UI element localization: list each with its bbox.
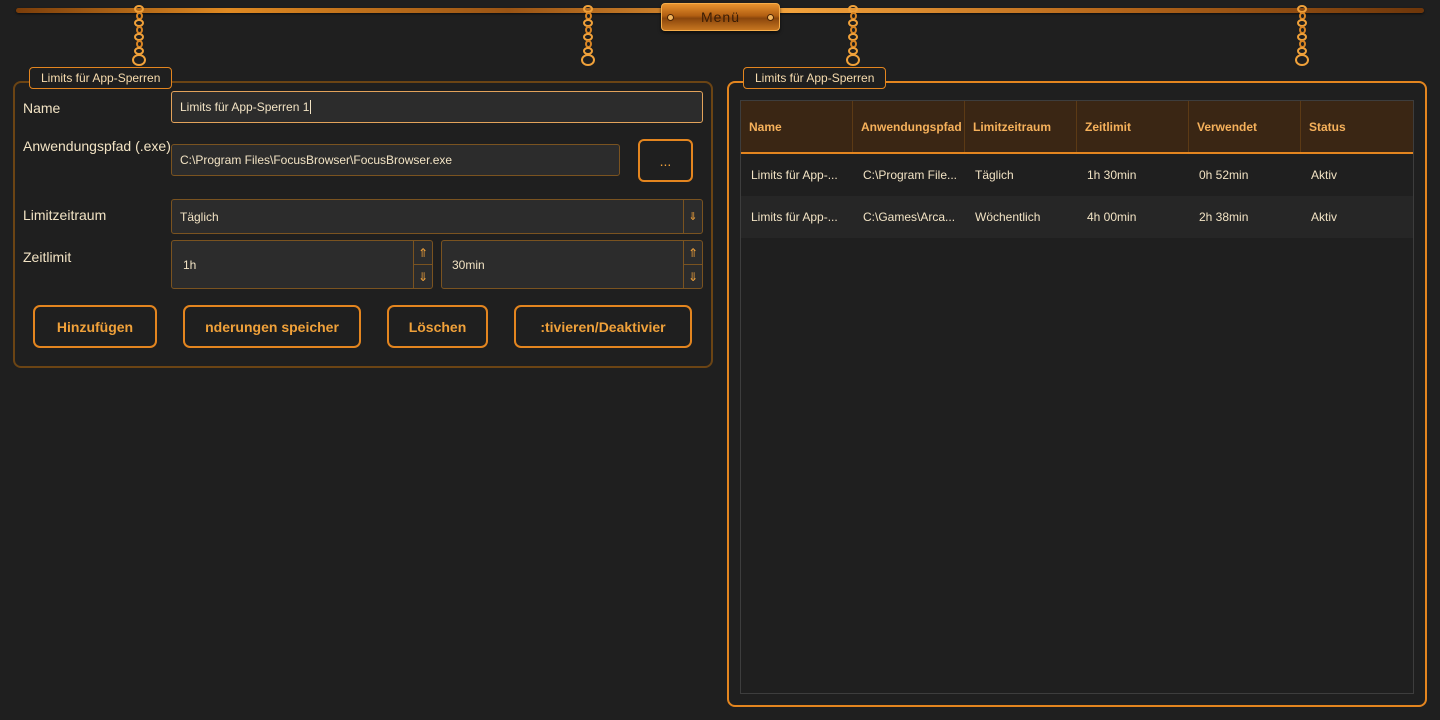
cell-used: 2h 38min	[1199, 210, 1249, 224]
period-combobox-value: Täglich	[180, 209, 219, 224]
add-button[interactable]: Hinzufügen	[33, 305, 157, 348]
cell-period: Täglich	[975, 168, 1014, 182]
arrow-down-icon[interactable]: ⇓	[414, 265, 432, 288]
menu-button-label: Menü	[700, 9, 741, 25]
column-header-limit[interactable]: Zeitlimit	[1077, 101, 1189, 152]
cell-path: C:\Games\Arca...	[863, 210, 956, 224]
column-header-status[interactable]: Status	[1301, 101, 1413, 152]
cell-limit: 1h 30min	[1087, 168, 1137, 182]
toggle-active-button-label: :tivieren/Deaktivier	[540, 318, 666, 335]
arrow-down-icon[interactable]: ⇓	[684, 265, 702, 288]
period-combobox[interactable]: Täglich ⇓	[171, 199, 703, 234]
path-input-value: C:\Program Files\FocusBrowser\FocusBrows…	[180, 153, 453, 167]
hours-stepper[interactable]: 1h ⇑ ⇓	[171, 240, 433, 289]
name-label: Name	[23, 100, 61, 116]
browse-button[interactable]: ...	[638, 139, 693, 182]
limit-label: Zeitlimit	[23, 249, 72, 265]
cell-name: Limits für App-...	[751, 168, 838, 182]
path-label: Anwendungspfad (.exe)	[23, 138, 171, 154]
limit-form-panel-title: Limits für App-Sperren	[29, 67, 173, 89]
period-label: Limitzeitraum	[23, 207, 107, 223]
limits-list-panel-title: Limits für App-Sperren	[743, 67, 887, 89]
column-header-period[interactable]: Limitzeitraum	[965, 101, 1077, 152]
cell-status: Aktiv	[1311, 210, 1338, 224]
column-header-path[interactable]: Anwendungspfad	[853, 101, 965, 152]
arrow-up-icon[interactable]: ⇑	[684, 241, 702, 265]
path-input[interactable]: C:\Program Files\FocusBrowser\FocusBrows…	[171, 144, 620, 176]
cell-status: Aktiv	[1311, 168, 1338, 182]
save-changes-button-label: nderungen speicher	[205, 318, 339, 335]
toggle-active-button[interactable]: :tivieren/Deaktivier	[514, 305, 692, 348]
column-header-used[interactable]: Verwendet	[1189, 101, 1301, 152]
table-row[interactable]: Limits für App-... C:\Games\Arca... Wöch…	[741, 196, 1413, 238]
delete-button-label: Löschen	[408, 318, 467, 335]
rivet-icon	[667, 14, 674, 21]
table-row[interactable]: Limits für App-... C:\Program File... Tä…	[741, 154, 1413, 196]
cell-limit: 4h 00min	[1087, 210, 1137, 224]
cell-path: C:\Program File...	[863, 168, 958, 182]
chain-decoration	[1295, 5, 1309, 78]
name-input[interactable]: Limits für App-Sperren 1	[171, 91, 703, 123]
arrow-down-icon[interactable]: ⇓	[683, 200, 702, 233]
add-button-label: Hinzufügen	[56, 318, 134, 335]
cell-period: Wöchentlich	[975, 210, 1041, 224]
save-changes-button[interactable]: nderungen speicher	[183, 305, 361, 348]
minutes-stepper[interactable]: 30min ⇑ ⇓	[441, 240, 703, 289]
limits-table: Name Anwendungspfad Limitzeitraum Zeitli…	[740, 100, 1414, 694]
delete-button[interactable]: Löschen	[387, 305, 488, 348]
chain-decoration	[581, 5, 595, 78]
menu-button[interactable]: Menü	[661, 3, 780, 31]
column-header-name[interactable]: Name	[741, 101, 853, 152]
table-header: Name Anwendungspfad Limitzeitraum Zeitli…	[741, 101, 1413, 154]
cell-name: Limits für App-...	[751, 210, 838, 224]
minutes-stepper-value: 30min	[452, 257, 485, 272]
cell-used: 0h 52min	[1199, 168, 1249, 182]
hours-stepper-value: 1h	[183, 257, 197, 272]
rivet-icon	[767, 14, 774, 21]
text-caret	[310, 100, 312, 114]
name-input-value: Limits für App-Sperren 1	[180, 100, 310, 114]
arrow-up-icon[interactable]: ⇑	[414, 241, 432, 265]
